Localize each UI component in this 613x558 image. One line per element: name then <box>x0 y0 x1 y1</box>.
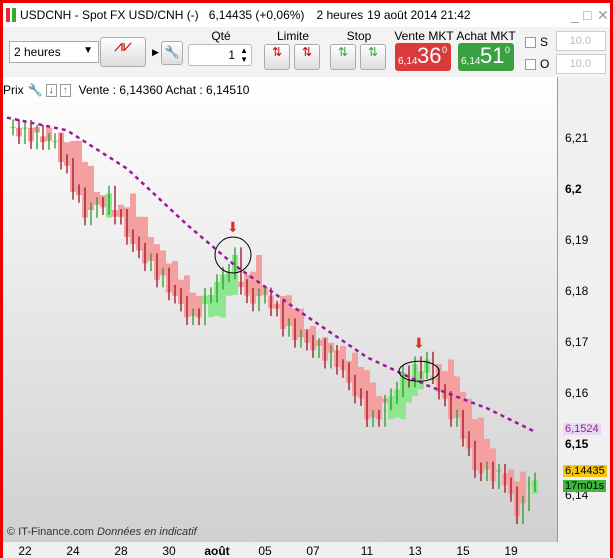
buy-arrow-icon[interactable]: ↑ <box>59 83 71 97</box>
wrench-icon: 🔧 <box>164 45 180 59</box>
qty-value: 1 <box>228 48 235 62</box>
y-axis: 6,21 6,2 6,19 6,18 6,17 6,16 6,15 6,14 6,1524 6,1… <box>559 77 610 542</box>
s-spinner[interactable]: 10.0 <box>556 31 606 51</box>
settings-button[interactable]: 🔧 <box>161 41 183 65</box>
expand-arrow-icon[interactable]: ▶ <box>152 47 159 58</box>
prix-label: Prix <box>3 83 24 97</box>
limit-sell-icon: ⇅ <box>271 45 283 59</box>
signal-arrow-icon: ⬇ <box>413 335 425 351</box>
x-tick: 11 <box>360 544 374 558</box>
toolbar: 2 heures ▼ ⩘⩗ ▶ 🔧 Qté 1 ▲ ▼ Limite ⇅ ⇅ Stop… <box>3 27 610 77</box>
buy-mkt-label: Achat MKT <box>456 29 516 43</box>
title-date: 19 août 2014 21:42 <box>367 8 471 22</box>
ma-tag: 6,1524 <box>563 423 601 436</box>
title-symbol: USDCNH - Spot FX USD/CNH (-) <box>20 8 199 22</box>
qty-stepper[interactable]: 1 ▲ ▼ <box>188 44 252 66</box>
x-axis: 22 24 28 30 août 05 07 11 13 15 19 <box>3 542 610 558</box>
y-tick: 6,21 <box>565 131 589 145</box>
x-tick: 19 <box>504 544 518 558</box>
o-spinner[interactable]: 10.0 <box>556 54 606 74</box>
close-icon[interactable]: ✕ <box>597 7 609 24</box>
x-tick: août <box>204 544 230 558</box>
buy-price-sup: 0 <box>505 45 511 55</box>
o-label: O <box>540 57 550 71</box>
sell-price-big: 36 <box>417 43 442 68</box>
s-label: S <box>540 35 549 49</box>
limit-label: Limite <box>276 29 309 43</box>
sell-arrow-icon[interactable]: ↓ <box>45 83 57 97</box>
info-bar: Prix 🔧 ↓ ↑ Vente : 6,14360 Achat : 6,145… <box>3 81 558 99</box>
title-period: 2 heures <box>316 8 364 22</box>
sell-price-small: 6,14 <box>398 56 418 67</box>
stepper-arrows-icon[interactable]: ▲ ▼ <box>240 46 248 64</box>
y-tick: 6,18 <box>565 284 589 298</box>
sell-mkt-label: Vente MKT <box>394 29 454 43</box>
x-tick: 05 <box>258 544 272 558</box>
y-tick: 6,19 <box>565 233 589 247</box>
limit-sell-2-button[interactable]: ⇅ <box>294 44 320 70</box>
timeframe-select[interactable]: 2 heures ▼ <box>9 41 99 63</box>
s-checkbox[interactable] <box>525 37 536 48</box>
timeframe-value: 2 heures <box>14 45 61 59</box>
price-chart[interactable]: ⬇ ⬇ © IT-Finance.com Données en indicatif <box>3 77 558 542</box>
buy-price-small: 6,14 <box>461 56 481 67</box>
chevron-down-icon: ▼ <box>83 45 93 56</box>
x-tick: 13 <box>408 544 422 558</box>
candle-icon <box>6 8 16 22</box>
limit-buy-icon: ⇅ <box>301 45 313 59</box>
quote-text: Vente : 6,14360 Achat : 6,14510 <box>78 83 250 97</box>
indicators-button[interactable]: ⩘⩗ <box>100 37 146 67</box>
signal-arrow-icon: ⬇ <box>227 219 239 235</box>
title-price: 6,14435 (+0,06%) <box>208 8 305 22</box>
indicator-chart-icon: ⩘⩗ <box>113 38 133 55</box>
x-tick: 15 <box>456 544 470 558</box>
copyright: © IT-Finance.com <box>7 526 94 538</box>
qty-label: Qté <box>211 29 231 43</box>
chart-canvas: ⬇⬇ <box>6 116 538 525</box>
o-checkbox[interactable] <box>525 59 536 70</box>
x-tick: 22 <box>18 544 32 558</box>
price-tag: 6,14435 <box>563 465 607 478</box>
buy-price-big: 51 <box>480 43 505 68</box>
stop-buy-button[interactable]: ⇅ <box>330 44 356 70</box>
y-tick: 6,17 <box>565 335 589 349</box>
x-tick: 28 <box>114 544 128 558</box>
y-tick: 6,15 <box>565 437 589 451</box>
buy-mkt-button[interactable]: 6,14 51 0 <box>458 43 514 71</box>
limit-sell-button[interactable]: ⇅ <box>264 44 290 70</box>
y-tick: 6,16 <box>565 386 589 400</box>
sell-price-sup: 0 <box>442 45 448 55</box>
data-note: Données en indicatif <box>97 526 197 538</box>
title-bar: USDCNH - Spot FX USD/CNH (-) 6,14435 (+0… <box>3 3 610 27</box>
maximize-icon[interactable]: □ <box>583 7 591 23</box>
wrench-icon[interactable]: 🔧 <box>28 83 43 97</box>
stop-label: Stop <box>346 29 372 43</box>
y-tick: 6,2 <box>565 182 582 196</box>
x-tick: 30 <box>162 544 176 558</box>
stop-sell-button[interactable]: ⇅ <box>360 44 386 70</box>
chart-window: USDCNH - Spot FX USD/CNH (-) 6,14435 (+0… <box>3 3 610 558</box>
stop-buy-icon: ⇅ <box>337 45 349 59</box>
minimize-icon[interactable]: _ <box>571 7 579 23</box>
x-tick: 07 <box>306 544 320 558</box>
sell-mkt-button[interactable]: 6,14 36 0 <box>395 43 451 71</box>
x-tick: 24 <box>66 544 80 558</box>
stop-sell-icon: ⇅ <box>367 45 379 59</box>
timer-tag: 17m01s <box>563 480 607 493</box>
